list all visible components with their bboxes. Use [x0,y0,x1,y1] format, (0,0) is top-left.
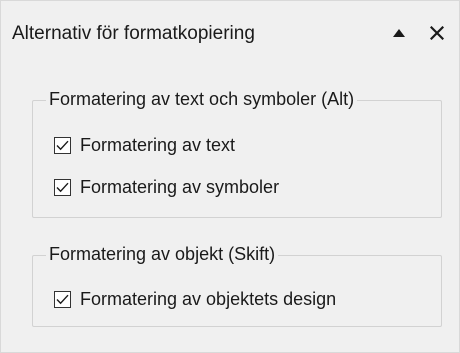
checkmark-icon [56,294,69,304]
checkbox-label: Formatering av objektets design [80,288,337,309]
checkbox[interactable] [54,178,71,196]
checkmark-icon [56,140,69,150]
group-legend: Formatering av objekt (Skift) [46,243,279,265]
collapse-button[interactable] [385,18,413,48]
object-formatting-group: Formatering av objekt (Skift) Formaterin… [32,243,442,327]
close-button[interactable] [423,18,451,48]
group-legend: Formatering av text och symboler (Alt) [46,88,358,110]
checkbox[interactable] [54,136,71,154]
text-symbol-formatting-group: Formatering av text och symboler (Alt) F… [32,88,442,218]
triangle-up-icon [393,29,405,37]
panel-title: Alternativ för formatkopiering [12,23,255,44]
close-icon [430,26,444,40]
panel-titlebar: Alternativ för formatkopiering [1,1,459,61]
checkmark-icon [56,182,69,192]
format-painter-options-panel: Alternativ för formatkopiering Formateri… [0,0,460,353]
checkbox-label: Formatering av symboler [80,176,280,197]
option-object-design-formatting[interactable]: Formatering av objektets design [54,286,336,312]
option-text-formatting[interactable]: Formatering av text [54,132,235,158]
checkbox[interactable] [54,290,71,308]
option-symbol-formatting[interactable]: Formatering av symboler [54,174,279,200]
checkbox-label: Formatering av text [80,134,236,155]
